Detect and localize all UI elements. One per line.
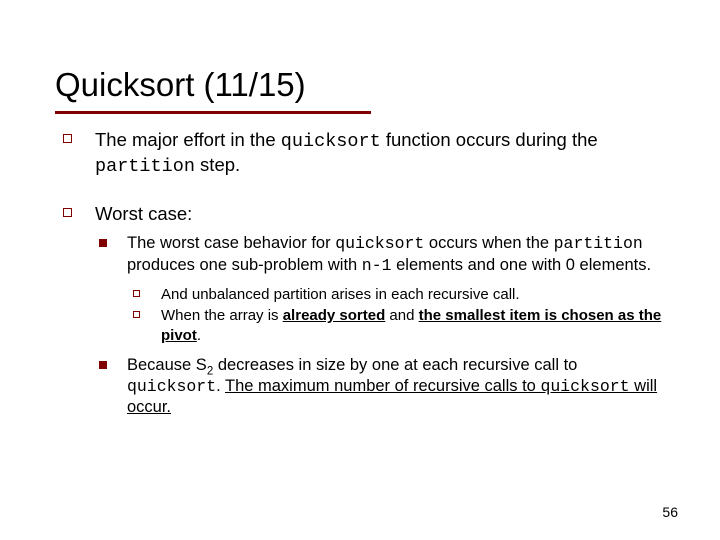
text: function occurs during the: [381, 129, 598, 150]
slide-body: The major effort in the quicksort functi…: [63, 128, 668, 442]
code: partition: [554, 234, 643, 253]
text: The major effort in the: [95, 129, 281, 150]
slide-title: Quicksort (11/15): [55, 66, 306, 104]
text: .: [197, 327, 201, 344]
text: occurs when the: [424, 234, 553, 252]
page-number: 56: [662, 504, 678, 520]
text: When the array is: [161, 307, 283, 324]
code: quicksort: [335, 234, 424, 253]
bullet-sub-2-2: Because S2 decreases in size by one at e…: [95, 355, 668, 418]
code: n-1: [362, 256, 392, 275]
code: quicksort: [127, 377, 216, 396]
code: partition: [95, 156, 195, 177]
text: Worst case:: [95, 203, 192, 224]
bold-underline-text: already sorted: [283, 307, 386, 324]
bullet-subsub-1: And unbalanced partition arises in each …: [127, 285, 668, 305]
text: elements and one with 0 elements.: [392, 256, 652, 274]
text: Because S: [127, 356, 207, 374]
text: decreases in size by one at each recursi…: [213, 356, 577, 374]
text: .: [216, 377, 225, 395]
slide: Quicksort (11/15) The major effort in th…: [0, 0, 720, 540]
text: And unbalanced partition arises in each …: [161, 286, 520, 303]
text: and: [385, 307, 418, 324]
title-underline: [55, 111, 371, 114]
text: produces one sub-problem with: [127, 256, 362, 274]
code: quicksort: [281, 131, 381, 152]
bullet-main-2: Worst case: The worst case behavior for …: [63, 202, 668, 418]
text: The worst case behavior for: [127, 234, 335, 252]
bullet-subsub-2: When the array is already sorted and the…: [127, 306, 668, 345]
bullet-main-1: The major effort in the quicksort functi…: [63, 128, 668, 178]
text: step.: [195, 154, 240, 175]
bullet-sub-2-1: The worst case behavior for quicksort oc…: [95, 233, 668, 345]
code: quicksort: [540, 377, 629, 396]
